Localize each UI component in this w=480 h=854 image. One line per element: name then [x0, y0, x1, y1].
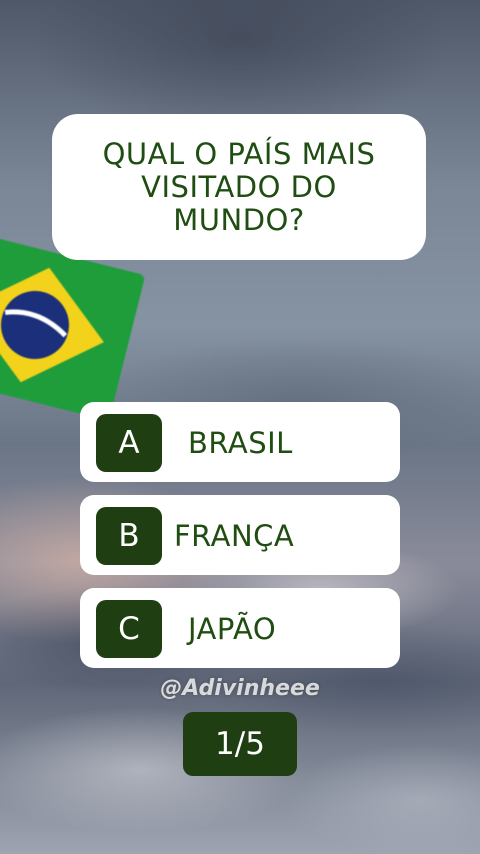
flag-diamond	[0, 267, 104, 383]
option-c-letter: C	[96, 600, 162, 658]
question-card: QUAL O PAÍS MAIS VISITADO DO MUNDO?	[52, 114, 426, 260]
quiz-screen: QUAL O PAÍS MAIS VISITADO DO MUNDO? A BR…	[0, 0, 480, 854]
option-c-label: JAPÃO	[188, 612, 277, 646]
option-a-button[interactable]: A BRASIL	[80, 402, 400, 482]
channel-watermark: @Adivinheee	[160, 676, 320, 701]
option-a-letter: A	[96, 414, 162, 472]
option-c-button[interactable]: C JAPÃO	[80, 588, 400, 668]
option-b-label: FRANÇA	[174, 519, 295, 553]
question-text: QUAL O PAÍS MAIS VISITADO DO MUNDO?	[102, 136, 376, 237]
option-b-letter: B	[96, 507, 162, 565]
option-a-label: BRASIL	[188, 426, 293, 460]
option-b-button[interactable]: B FRANÇA	[80, 495, 400, 575]
question-counter: 1/5	[183, 712, 297, 776]
